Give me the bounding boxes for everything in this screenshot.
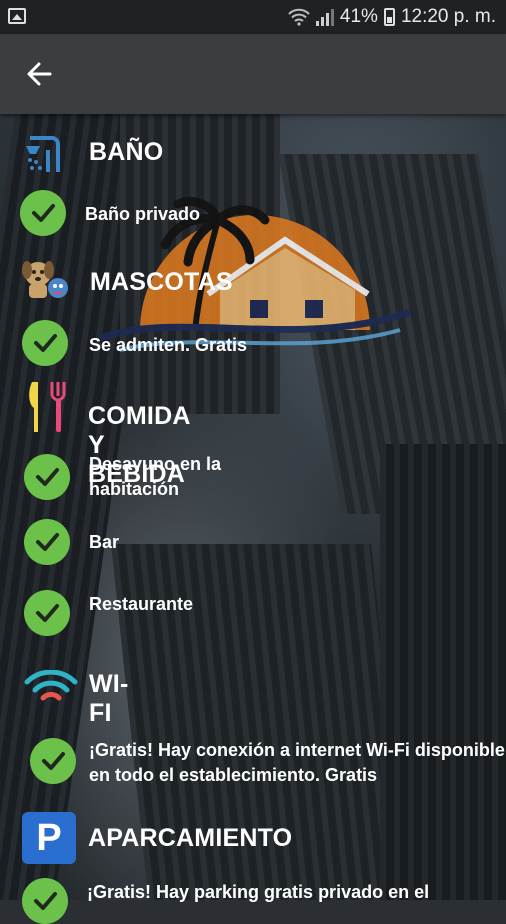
cutlery-icon bbox=[29, 382, 66, 432]
clock: 12:20 p. m. bbox=[400, 6, 496, 27]
status-bar: 41% 12:20 p. m. bbox=[0, 0, 506, 34]
check-icon bbox=[24, 590, 70, 636]
wifi-icon bbox=[288, 8, 310, 26]
item-text: Restaurante bbox=[89, 594, 194, 614]
check-icon bbox=[20, 190, 66, 236]
check-icon bbox=[30, 738, 76, 784]
item-text: Desayuno en la habitación bbox=[89, 454, 222, 499]
battery-icon bbox=[383, 8, 395, 26]
item-text: ¡Gratis! Hay parking gratis privado en e… bbox=[87, 882, 430, 902]
battery-percent: 41% bbox=[339, 6, 378, 27]
amenities-list: BAÑO Baño privado MASCOTAS Se admiten. G… bbox=[0, 114, 506, 924]
item-text: Bar bbox=[89, 532, 120, 552]
check-icon bbox=[24, 454, 70, 500]
item-text: Se admiten. Gratis bbox=[89, 335, 248, 355]
section-title: APARCAMIENTO bbox=[88, 824, 293, 852]
check-icon bbox=[22, 878, 68, 924]
item-text: Baño privado bbox=[85, 204, 201, 224]
check-icon bbox=[22, 320, 68, 366]
section-title: MASCOTAS bbox=[90, 268, 233, 296]
app-bar bbox=[0, 34, 506, 114]
pets-icon bbox=[22, 261, 68, 298]
parking-icon: P bbox=[22, 812, 76, 864]
image-icon bbox=[8, 8, 26, 24]
section-title: BAÑO bbox=[89, 138, 164, 166]
wifi-icon bbox=[24, 670, 78, 701]
check-icon bbox=[24, 519, 70, 565]
item-text: ¡Gratis! Hay conexión a internet Wi-Fi d… bbox=[89, 740, 505, 785]
arrow-left-icon[interactable] bbox=[22, 58, 58, 90]
section-title: WI-FI bbox=[89, 670, 129, 727]
signal-icon bbox=[315, 8, 334, 26]
shower-icon bbox=[26, 136, 60, 172]
